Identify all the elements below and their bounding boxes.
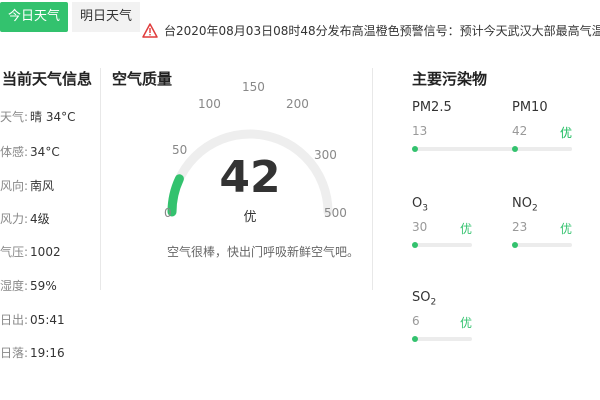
pollutant-level: 优 <box>459 222 472 236</box>
weather-tabs: 今日天气 明日天气 <box>0 2 141 32</box>
pollutant-bar <box>412 336 472 342</box>
pollutant-o3: O3 30 优 <box>412 196 472 248</box>
pollutant-pm10: PM10 42 优 <box>512 100 572 152</box>
row-wind-direction: 风向: 南风 <box>0 179 55 193</box>
pollutant-so2: SO2 6优 <box>412 290 472 342</box>
pollutant-bar <box>512 146 572 152</box>
warning-text: 台2020年08月03日08时48分发布高温橙色预警信号：预计今天武汉大部最高气… <box>164 24 600 38</box>
pollutant-value: 30 <box>412 220 428 234</box>
pollutant-level: 优 <box>459 316 472 330</box>
row-wind-force: 风力: 4级 <box>0 212 50 226</box>
pollutant-value: 13 <box>412 124 428 138</box>
pollutant-value: 23 <box>512 220 528 234</box>
tick-200: 200 <box>286 97 309 111</box>
pollutant-no2: NO2 23 优 <box>512 196 572 248</box>
tick-500: 500 <box>324 206 347 220</box>
row-pressure: 气压: 1002 <box>0 245 61 259</box>
heat-warning[interactable]: 台2020年08月03日08时48分发布高温橙色预警信号：预计今天武汉大部最高气… <box>142 22 600 39</box>
tab-today[interactable]: 今日天气 <box>0 2 69 32</box>
pollutant-bar <box>512 242 572 248</box>
tick-300: 300 <box>314 148 337 162</box>
pollutant-bar-fill <box>412 146 418 152</box>
row-humidity: 湿度: 59% <box>0 279 57 293</box>
pollutant-level: 优 <box>559 126 572 140</box>
pollutant-bar-fill <box>412 242 418 248</box>
row-weather: 天气: 晴 34°C <box>0 110 76 124</box>
current-weather-title: 当前天气信息 <box>2 70 93 88</box>
divider-right <box>372 68 373 290</box>
tab-tomorrow[interactable]: 明日天气 <box>72 2 141 32</box>
row-feels-like: 体感: 34°C <box>0 145 60 159</box>
tick-50: 50 <box>172 143 188 157</box>
pollutant-bar-fill <box>412 336 418 342</box>
row-sunset: 日落: 19:16 <box>0 346 65 360</box>
tick-150: 150 <box>242 80 265 94</box>
pollutant-level: 优 <box>559 222 572 236</box>
tick-0: 0 <box>164 206 172 220</box>
pollutant-value: 42 <box>512 124 528 138</box>
pollutants-title: 主要污染物 <box>412 70 488 88</box>
pollutant-bar-fill <box>512 146 518 152</box>
pollutant-value: 6 <box>412 314 420 328</box>
aqi-value: 42 <box>219 152 281 203</box>
tick-100: 100 <box>198 97 221 111</box>
gauge-fill <box>167 174 184 217</box>
warning-triangle-icon <box>142 23 158 38</box>
pollutant-bar <box>412 242 472 248</box>
aqi-level: 优 <box>243 210 257 225</box>
pollutant-bar-fill <box>512 242 518 248</box>
divider-left <box>100 68 101 290</box>
row-sunrise: 日出: 05:41 <box>0 313 65 327</box>
aqi-tip: 空气很棒，快出门呼吸新鲜空气吧。 <box>167 245 360 259</box>
